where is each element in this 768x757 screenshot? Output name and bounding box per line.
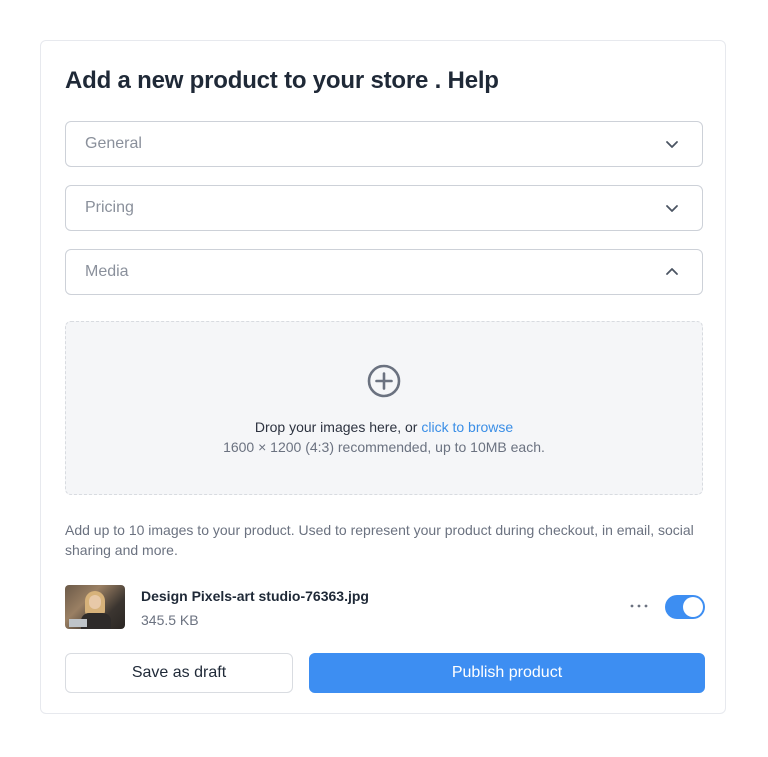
dropzone-hint: 1600 × 1200 (4:3) recommended, up to 10M… (223, 439, 545, 455)
media-helper-text: Add up to 10 images to your product. Use… (65, 522, 694, 558)
accordion-media[interactable]: Media (65, 249, 703, 295)
image-dropzone[interactable]: Drop your images here, or click to brows… (65, 321, 703, 495)
accordion-media-label: Media (85, 263, 129, 280)
accordion-pricing[interactable]: Pricing (65, 185, 703, 231)
accordion-general[interactable]: General (65, 121, 703, 167)
browse-link[interactable]: click to browse (421, 419, 513, 435)
dropzone-prompt-line: Drop your images here, or click to brows… (66, 419, 702, 435)
dropzone-prompt: Drop your images here, or (254, 419, 418, 435)
accordion-general-label: General (85, 135, 142, 152)
more-horizontal-icon[interactable] (628, 595, 650, 617)
chevron-down-icon (666, 141, 678, 148)
uploaded-file-row: Design Pixels-art studio-76363.jpg 345.5… (65, 585, 705, 631)
page-title: Add a new product to your store . Help (65, 67, 499, 94)
chevron-up-icon (666, 268, 678, 275)
save-draft-button[interactable]: Save as draft (65, 653, 293, 693)
file-name: Design Pixels-art studio-76363.jpg (141, 588, 369, 604)
chevron-down-icon (666, 205, 678, 212)
accordion-pricing-label: Pricing (85, 199, 134, 216)
publish-product-button[interactable]: Publish product (309, 653, 705, 693)
file-visibility-toggle[interactable] (665, 595, 705, 619)
file-size: 345.5 KB (141, 612, 199, 628)
product-form-card: Add a new product to your store . Help G… (40, 40, 726, 714)
plus-circle-icon[interactable] (367, 364, 401, 398)
file-thumbnail (65, 585, 125, 629)
more-dots-glyph (630, 604, 648, 608)
toggle-knob (683, 597, 703, 617)
